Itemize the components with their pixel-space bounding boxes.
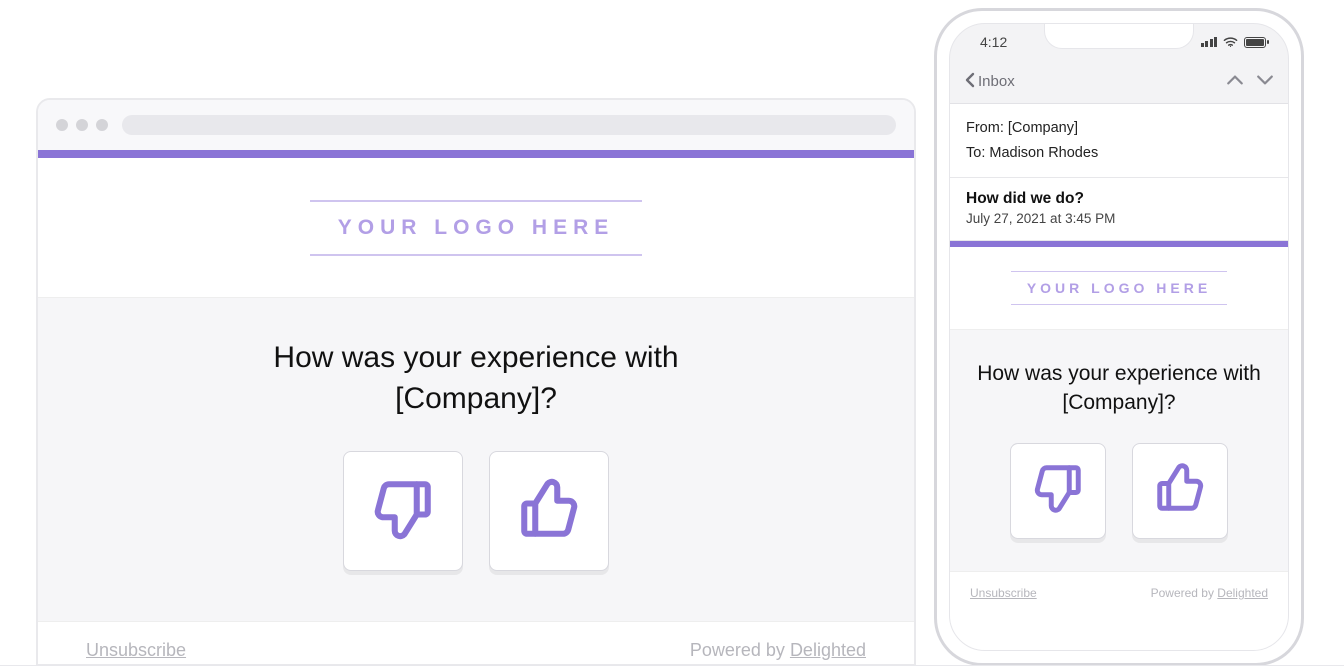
thumbs-up-button[interactable]	[1132, 443, 1228, 539]
logo-area: YOUR LOGO HERE	[38, 158, 914, 298]
powered-by-brand-link[interactable]: Delighted	[1217, 586, 1268, 600]
address-bar[interactable]	[122, 115, 896, 135]
thumbs-down-button[interactable]	[1010, 443, 1106, 539]
email-subject: How did we do?	[966, 190, 1272, 208]
from-value: [Company]	[1008, 120, 1078, 136]
mobile-email-preview: 4:12 Inbox	[934, 8, 1304, 666]
unsubscribe-link[interactable]: Unsubscribe	[86, 640, 186, 661]
signal-icon	[1201, 37, 1218, 47]
browser-chrome	[38, 100, 914, 150]
powered-by: Powered by Delighted	[1151, 586, 1268, 600]
survey-question: How was your experience with [Company]?	[962, 360, 1276, 417]
back-button[interactable]: Inbox	[964, 72, 1015, 92]
next-message-button[interactable]	[1256, 73, 1274, 90]
battery-icon	[1244, 37, 1266, 48]
email-meta: From: [Company] To: Madison Rhodes	[950, 104, 1288, 178]
email-footer: Unsubscribe Powered by Delighted	[38, 622, 914, 666]
phone-notch	[1044, 23, 1194, 49]
logo-placeholder: YOUR LOGO HERE	[1011, 271, 1227, 305]
powered-by-prefix: Powered by	[1151, 586, 1218, 600]
prev-message-button[interactable]	[1226, 73, 1244, 90]
thumbs-up-icon	[516, 476, 582, 547]
thumbs-up-icon	[1153, 461, 1207, 520]
desktop-email-preview: YOUR LOGO HERE How was your experience w…	[36, 98, 916, 666]
email-date: July 27, 2021 at 3:45 PM	[966, 211, 1272, 226]
window-dot	[56, 119, 68, 131]
mail-navbar: Inbox	[950, 60, 1288, 104]
wifi-icon	[1223, 34, 1238, 50]
email-subject-block: How did we do? July 27, 2021 at 3:45 PM	[950, 178, 1288, 241]
powered-by-prefix: Powered by	[690, 640, 790, 660]
to-label: To:	[966, 145, 985, 161]
thumbs-up-button[interactable]	[489, 451, 609, 571]
window-dot	[96, 119, 108, 131]
window-controls	[56, 119, 108, 131]
status-time: 4:12	[980, 34, 1007, 50]
powered-by: Powered by Delighted	[690, 640, 866, 661]
chevron-left-icon	[964, 72, 976, 92]
logo-placeholder: YOUR LOGO HERE	[310, 200, 643, 256]
survey-body: How was your experience with [Company]?	[950, 330, 1288, 572]
thumbs-down-icon	[370, 476, 436, 547]
thumbs-down-button[interactable]	[343, 451, 463, 571]
thumbs-down-icon	[1031, 461, 1085, 520]
powered-by-brand-link[interactable]: Delighted	[790, 640, 866, 660]
logo-area: YOUR LOGO HERE	[950, 247, 1288, 330]
email-footer: Unsubscribe Powered by Delighted	[950, 572, 1288, 614]
to-value: Madison Rhodes	[989, 145, 1098, 161]
to-line: To: Madison Rhodes	[966, 141, 1272, 166]
back-label: Inbox	[978, 73, 1015, 90]
window-dot	[76, 119, 88, 131]
unsubscribe-link[interactable]: Unsubscribe	[970, 586, 1037, 600]
survey-body: How was your experience with [Company]?	[38, 298, 914, 622]
accent-bar	[38, 150, 914, 158]
survey-question: How was your experience with [Company]?	[216, 338, 736, 419]
from-label: From:	[966, 120, 1004, 136]
from-line: From: [Company]	[966, 116, 1272, 141]
